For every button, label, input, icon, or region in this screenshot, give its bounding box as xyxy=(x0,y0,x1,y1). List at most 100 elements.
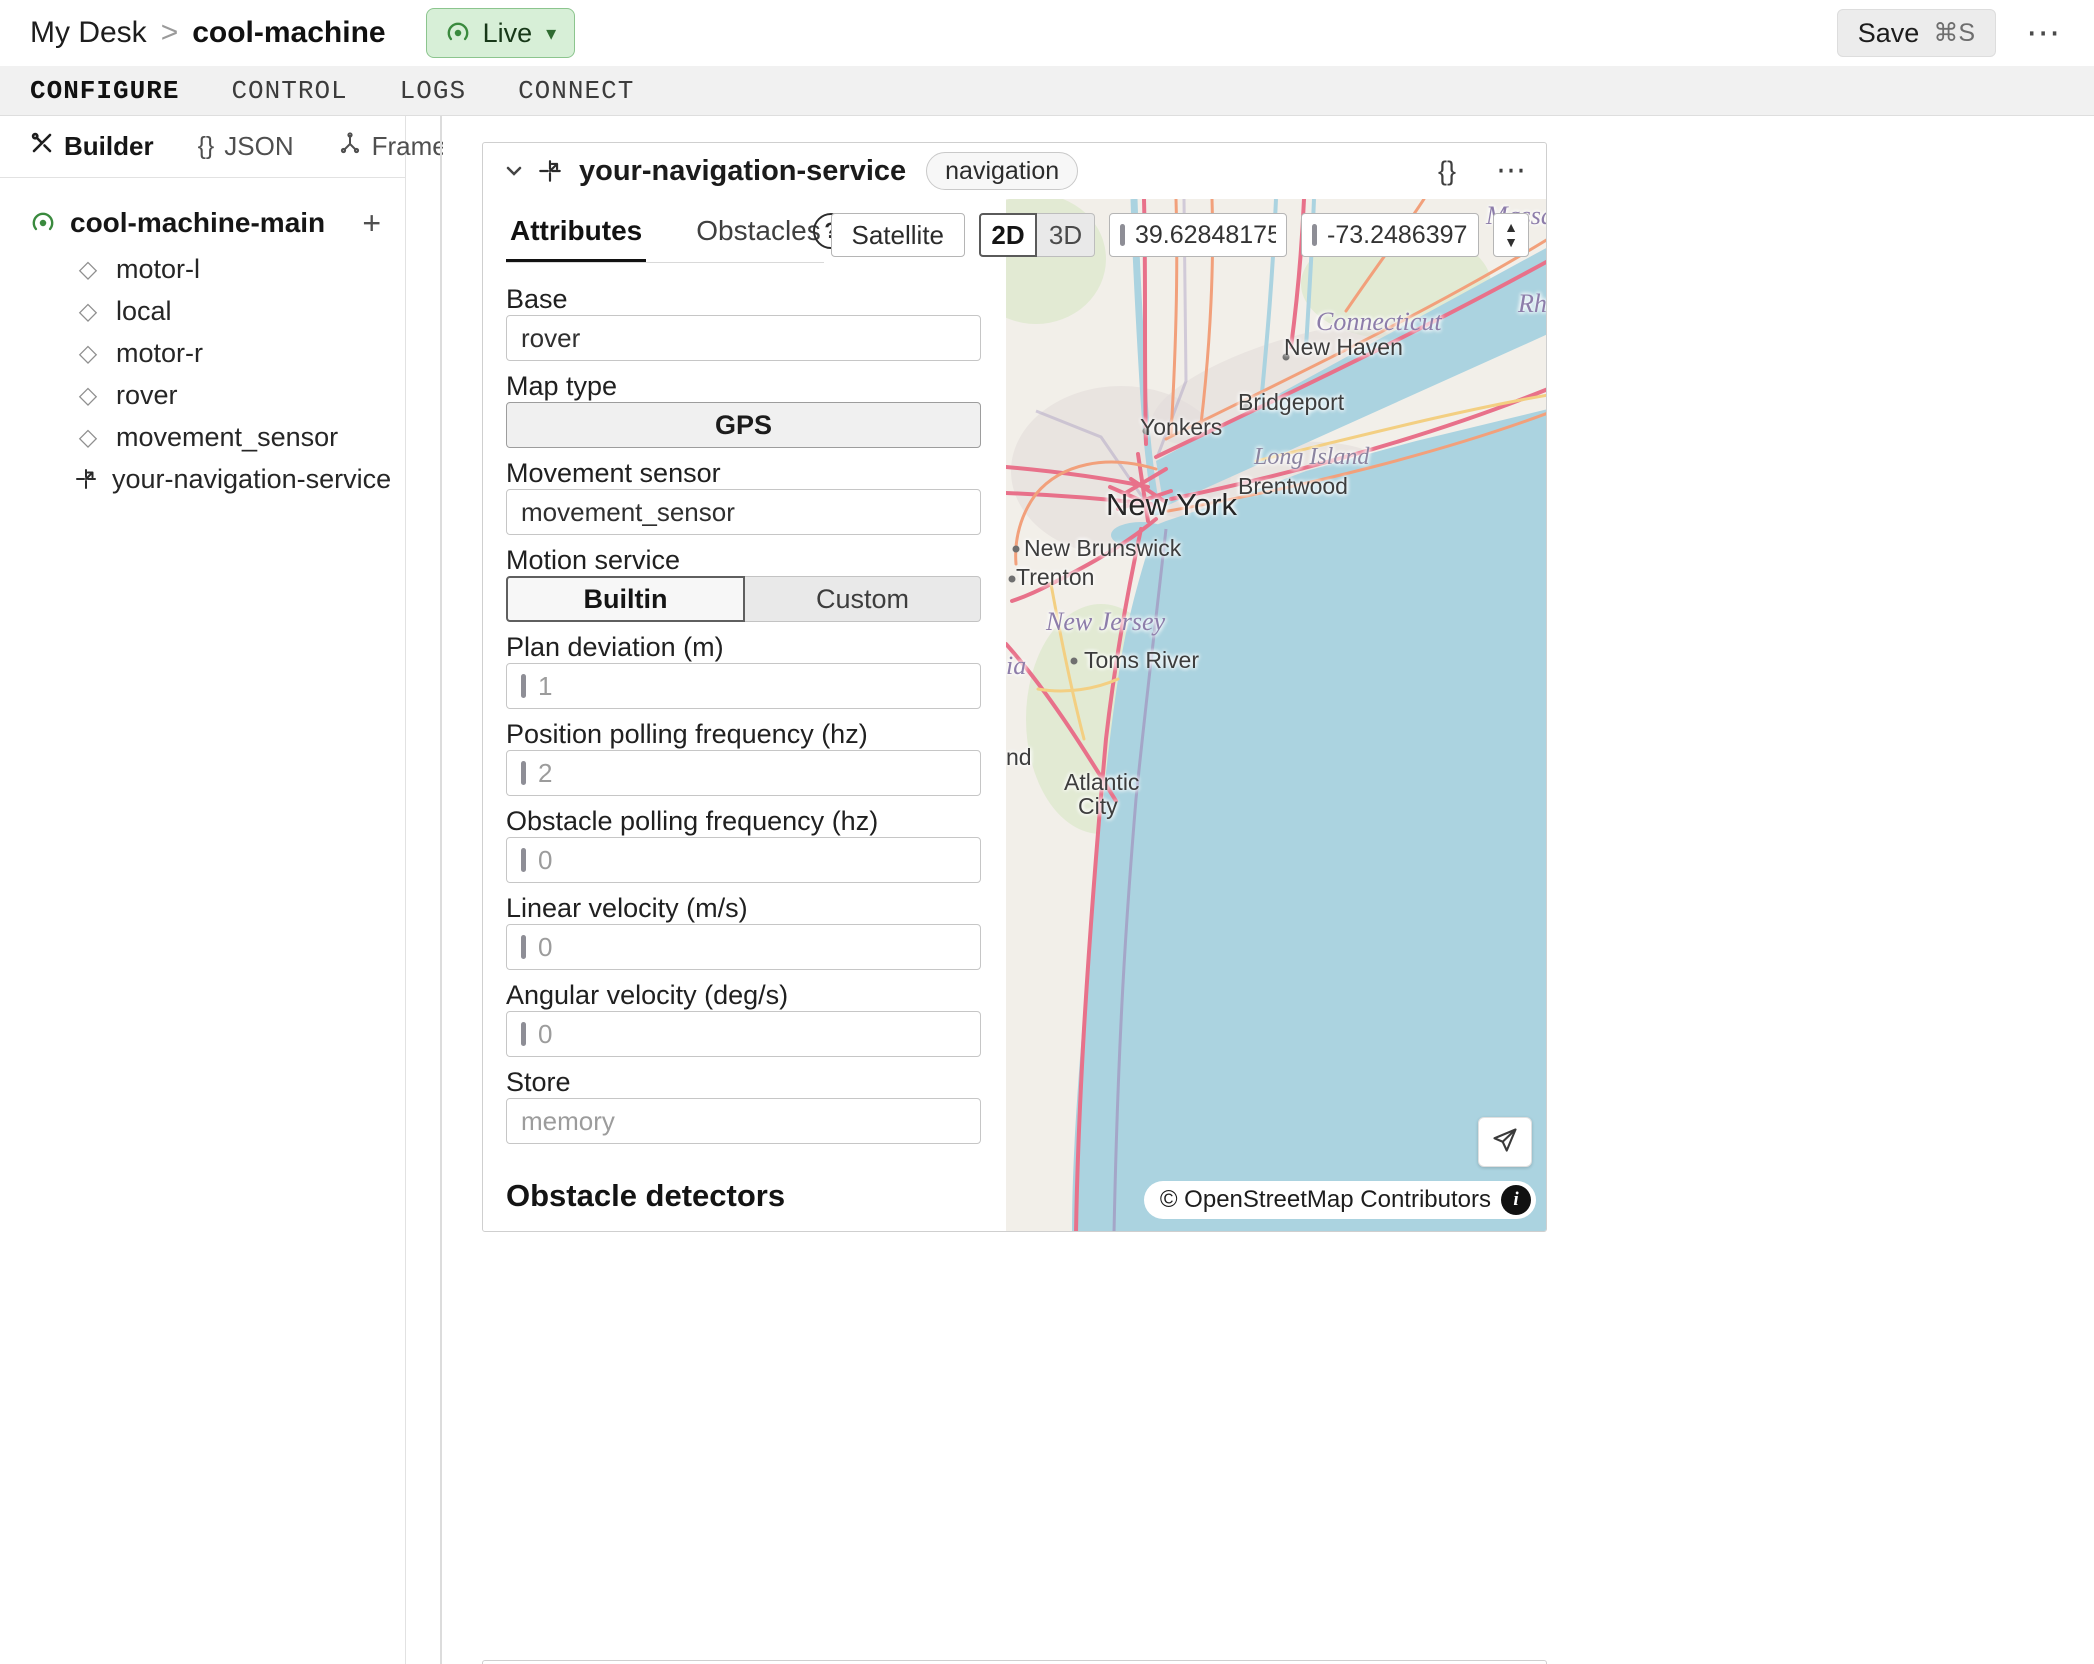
machine-tree: cool-machine-main + ◇motor-l◇local◇motor… xyxy=(0,178,405,500)
window-more-icon[interactable]: ⋯ xyxy=(2026,16,2060,50)
tree-item-motor-r[interactable]: ◇ motor-r xyxy=(30,332,381,374)
component-diamond-icon: ◇ xyxy=(74,339,102,368)
satellite-toggle-button[interactable]: Satellite xyxy=(831,213,966,257)
map-type-gps-button[interactable]: GPS xyxy=(506,402,981,448)
tools-icon xyxy=(30,131,54,162)
card-title: your-navigation-service xyxy=(579,155,906,188)
live-label: Live xyxy=(483,18,533,49)
save-button[interactable]: Save ⌘S xyxy=(1837,9,1996,57)
attribution-text[interactable]: © OpenStreetMap Contributors xyxy=(1160,1186,1491,1214)
field-plan-deviation: Plan deviation (m) xyxy=(506,631,981,709)
longitude-input[interactable] xyxy=(1327,221,1468,250)
tree-item-label: your-navigation-service xyxy=(112,464,391,495)
motion-service-label: Motion service xyxy=(506,544,981,576)
field-linear-velocity: Linear velocity (m/s) xyxy=(506,892,981,970)
info-icon[interactable]: i xyxy=(1501,1185,1531,1215)
number-drag-handle[interactable] xyxy=(521,935,526,959)
number-drag-handle[interactable] xyxy=(521,848,526,872)
mode-json[interactable]: {} JSON xyxy=(198,131,294,162)
obstacle-detectors-heading: Obstacle detectors xyxy=(506,1178,981,1214)
map-label: Trenton xyxy=(1016,564,1094,591)
component-diamond-icon: ◇ xyxy=(74,297,102,326)
card-tabs: Attributes Obstacles xyxy=(506,215,824,263)
card-more-icon[interactable]: ⋯ xyxy=(1496,156,1526,186)
tree-root-machine[interactable]: cool-machine-main + xyxy=(30,200,381,246)
map-label: City xyxy=(1078,793,1118,820)
live-status-dropdown[interactable]: Live ▾ xyxy=(426,8,576,58)
map-controls: Satellite 2D 3D ▲ ▼ xyxy=(831,213,1530,257)
base-input[interactable] xyxy=(521,323,966,354)
recenter-map-button[interactable] xyxy=(1478,1117,1532,1167)
map-label: Rhod xyxy=(1518,289,1546,319)
map-label: nd xyxy=(1006,744,1032,771)
panel-resize-handle[interactable] xyxy=(440,116,442,1664)
content-area: Builder {} JSON Frame xyxy=(0,116,2094,1664)
number-drag-handle[interactable] xyxy=(521,674,526,698)
add-component-icon[interactable]: + xyxy=(362,207,381,239)
live-broadcast-icon xyxy=(445,20,471,46)
tree-item-local[interactable]: ◇ local xyxy=(30,290,381,332)
coordinate-stepper[interactable]: ▲ ▼ xyxy=(1493,213,1529,257)
field-store: Store xyxy=(506,1066,981,1144)
view-2d-button[interactable]: 2D xyxy=(979,213,1037,257)
plan-deviation-label: Plan deviation (m) xyxy=(506,631,981,663)
field-base: Base xyxy=(506,283,981,361)
number-drag-handle[interactable] xyxy=(521,761,526,785)
linear-velocity-label: Linear velocity (m/s) xyxy=(506,892,981,924)
number-drag-handle[interactable] xyxy=(521,1022,526,1046)
field-position-polling: Position polling frequency (hz) xyxy=(506,718,981,796)
tree-item-label: motor-l xyxy=(116,254,200,285)
movement-sensor-input[interactable] xyxy=(521,497,966,528)
navigation-service-icon xyxy=(74,467,98,491)
position-polling-input[interactable] xyxy=(538,758,966,789)
number-drag-handle[interactable] xyxy=(1312,224,1317,246)
primary-nav: CONFIGURE CONTROL LOGS CONNECT xyxy=(0,66,2094,116)
card-header: your-navigation-service navigation {} ⋯ xyxy=(483,143,1546,199)
view-3d-button[interactable]: 3D xyxy=(1037,213,1095,257)
tab-connect[interactable]: CONNECT xyxy=(518,76,634,106)
tree-item-motor-l[interactable]: ◇motor-l xyxy=(30,248,381,290)
breadcrumb-root[interactable]: My Desk xyxy=(30,16,147,50)
tree-item-label: local xyxy=(116,296,172,327)
tree-item-rover[interactable]: ◇ rover xyxy=(30,374,381,416)
latitude-input[interactable] xyxy=(1135,221,1276,250)
number-drag-handle[interactable] xyxy=(1120,224,1125,246)
map-label: Yonkers xyxy=(1140,414,1222,441)
step-up-icon: ▲ xyxy=(1504,220,1518,235)
tree-item-label: motor-r xyxy=(116,338,203,369)
map-label: New Haven xyxy=(1284,334,1403,361)
tab-control[interactable]: CONTROL xyxy=(231,76,347,106)
longitude-field xyxy=(1301,213,1479,257)
navigation-service-icon xyxy=(537,158,563,184)
map-label: New York xyxy=(1106,487,1237,523)
mode-frame[interactable]: Frame xyxy=(338,131,447,162)
save-label: Save xyxy=(1858,18,1920,49)
store-label: Store xyxy=(506,1066,981,1098)
component-diamond-icon: ◇ xyxy=(74,381,102,410)
navigation-map[interactable]: MassacRhodConnecticutNew HavenBridgeport… xyxy=(1006,199,1546,1231)
store-input[interactable] xyxy=(521,1106,966,1137)
view-dimension-toggle: 2D 3D xyxy=(979,213,1095,257)
obstacle-polling-input[interactable] xyxy=(538,845,966,876)
field-motion-service: Motion service Builtin Custom xyxy=(506,544,981,622)
tree-item-your-navigation-service[interactable]: your-navigation-service xyxy=(30,458,381,500)
raw-json-icon[interactable]: {} xyxy=(1438,156,1456,187)
tab-configure[interactable]: CONFIGURE xyxy=(30,76,179,106)
tree-root-label: cool-machine-main xyxy=(70,207,325,239)
plan-deviation-input[interactable] xyxy=(538,671,966,702)
tree-item-label: rover xyxy=(116,380,178,411)
motion-custom-option[interactable]: Custom xyxy=(745,576,981,622)
map-label: Bridgeport xyxy=(1238,389,1344,416)
tab-logs[interactable]: LOGS xyxy=(400,76,466,106)
tree-item-movement_sensor[interactable]: ◇movement_sensor xyxy=(30,416,381,458)
mode-builder[interactable]: Builder xyxy=(30,131,154,162)
braces-icon: {} xyxy=(198,132,215,161)
map-type-label: Map type xyxy=(506,370,981,402)
motion-builtin-option[interactable]: Builtin xyxy=(506,576,745,622)
linear-velocity-input[interactable] xyxy=(538,932,966,963)
angular-velocity-input[interactable] xyxy=(538,1019,966,1050)
tab-obstacles[interactable]: Obstacles xyxy=(692,215,825,262)
collapse-chevron-icon[interactable] xyxy=(503,160,525,182)
map-label: ia xyxy=(1006,651,1026,681)
tab-attributes[interactable]: Attributes xyxy=(506,215,646,262)
